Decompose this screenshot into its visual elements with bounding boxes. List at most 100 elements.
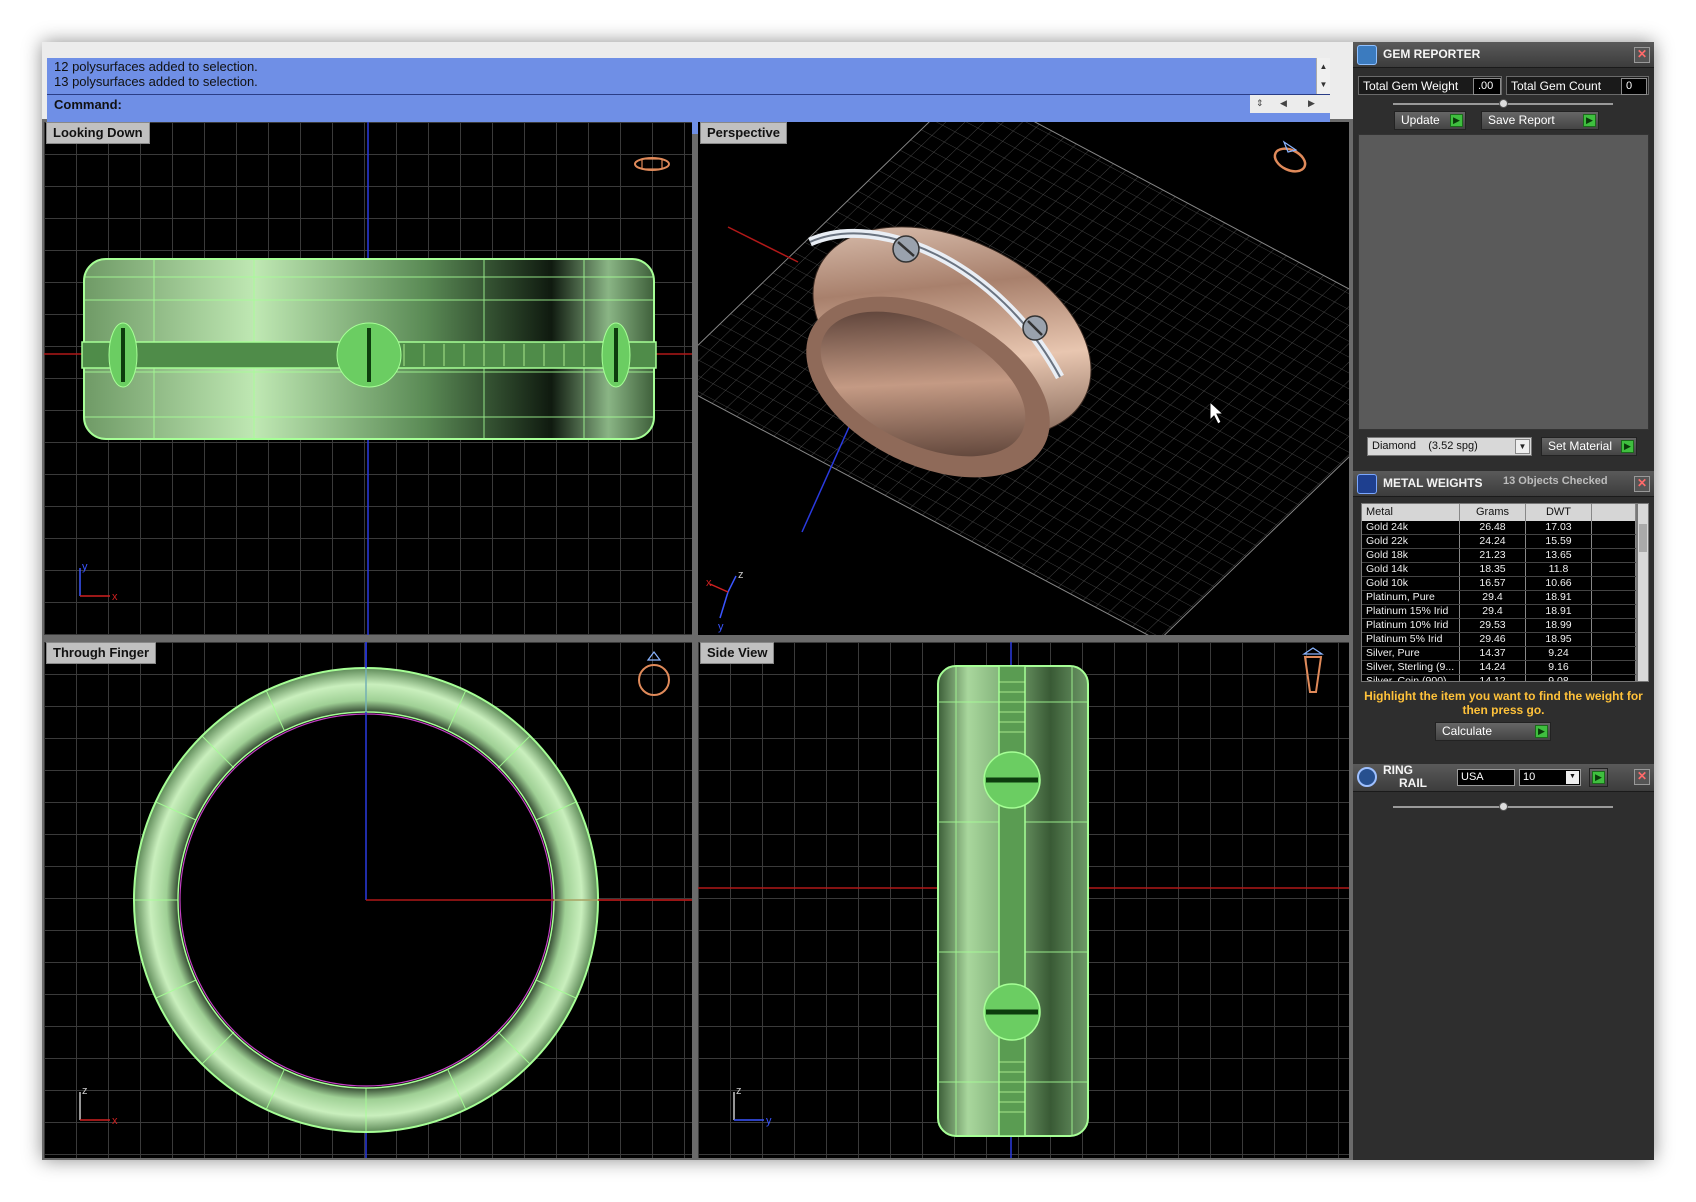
close-icon[interactable]: ✕ [1634,476,1650,492]
column-header-blank [1592,504,1636,521]
axis-z-label: z [736,1085,742,1097]
command-nav[interactable]: ⇕ ◀ ▶ [1250,95,1330,113]
cell-metal: Gold 18k [1362,549,1460,562]
close-icon[interactable]: ✕ [1634,769,1650,785]
table-body: Gold 24k 26.48 17.03 Gold 22k 24.24 15.59 Gold… [1362,521,1636,681]
cell-dwt: 18.91 [1526,591,1592,604]
app-window: 12 polysurfaces added to selection. 13 p… [42,42,1654,1160]
table-row[interactable]: Silver, Coin (900) 14.12 9.08 [1362,675,1636,681]
table-row[interactable]: Platinum 10% Irid 29.53 18.99 [1362,619,1636,633]
ring-size-value: 10 [1523,771,1536,783]
table-row[interactable]: Gold 22k 24.24 15.59 [1362,535,1636,549]
table-row[interactable]: Platinum, Pure 29.4 18.91 [1362,591,1636,605]
table-row[interactable]: Silver, Pure 14.37 9.24 [1362,647,1636,661]
viewport-looking-down[interactable]: Looking Down y x [44,122,692,635]
viewport-title[interactable]: Through Finger [46,642,157,664]
axis-indicator: y x [79,561,118,603]
cell-blank [1592,619,1636,632]
cell-metal: Silver, Sterling (9... [1362,661,1460,674]
history-scrollbar[interactable]: ▲ ▼ [1316,58,1330,94]
gem-slider[interactable] [1393,99,1613,108]
cell-blank [1592,577,1636,590]
top-view-scene: y x [44,122,692,635]
play-icon: ▶ [1535,725,1548,738]
update-button[interactable]: Update ▶ [1394,111,1466,130]
gem-material-select[interactable]: Diamond (3.52 spg) ▼ [1367,437,1532,456]
front-view-scene: z x [79,642,692,1158]
cell-blank [1592,521,1636,534]
table-row[interactable]: Platinum 15% Irid 29.4 18.91 [1362,605,1636,619]
cell-dwt: 17.03 [1526,521,1592,534]
column-header-grams[interactable]: Grams [1460,504,1526,521]
axis-x-label: x [112,591,118,603]
cell-blank [1592,591,1636,604]
slider-knob[interactable] [1499,99,1508,108]
metal-weights-title: METAL WEIGHTS [1383,476,1483,490]
axis-y-label: y [766,1115,772,1127]
cell-blank [1592,633,1636,646]
cell-dwt: 10.66 [1526,577,1592,590]
save-report-button[interactable]: Save Report ▶ [1481,111,1599,130]
scroll-thumb[interactable] [1639,524,1647,552]
viewport-title[interactable]: Side View [700,642,775,664]
axis-y-label: y [82,561,88,573]
table-row[interactable]: Gold 10k 16.57 10.66 [1362,577,1636,591]
cell-dwt: 9.24 [1526,647,1592,660]
viewport-side-view[interactable]: Side View z y [698,642,1349,1158]
viewport-through-finger[interactable]: Through Finger z x [44,642,692,1158]
cell-metal: Gold 14k [1362,563,1460,576]
chevron-down-icon[interactable]: ▼ [1566,771,1579,784]
metal-weights-hint: Highlight the item you want to find the … [1364,689,1643,717]
ring-rail-title-line1: RING [1383,763,1413,777]
table-row[interactable]: Gold 24k 26.48 17.03 [1362,521,1636,535]
cell-dwt: 15.59 [1526,535,1592,548]
metal-weights-header: METAL WEIGHTS 13 Objects Checked ✕ [1353,471,1654,497]
gem-report-area [1358,134,1649,430]
set-material-button[interactable]: Set Material ▶ [1541,437,1637,456]
slider-knob[interactable] [1499,802,1508,811]
ring-rail-go-button[interactable]: ▶ [1589,768,1608,787]
axis-z-label: z [738,569,744,581]
stepper-icon[interactable]: ⇕ [1256,98,1264,109]
table-row[interactable]: Silver, Sterling (9... 14.24 9.16 [1362,661,1636,675]
cell-grams: 26.48 [1460,521,1526,534]
ring-rail-slider[interactable] [1393,802,1613,811]
scroll-left-icon[interactable]: ◀ [1280,98,1287,109]
cell-dwt: 18.99 [1526,619,1592,632]
cell-grams: 14.24 [1460,661,1526,674]
cell-grams: 29.46 [1460,633,1526,646]
table-header: Metal Grams DWT [1362,504,1636,521]
close-icon[interactable]: ✕ [1634,47,1650,63]
cell-dwt: 18.91 [1526,605,1592,618]
calculate-button[interactable]: Calculate ▶ [1435,722,1551,741]
history-line: 13 polysurfaces added to selection. [54,74,258,89]
cell-dwt: 18.95 [1526,633,1592,646]
axis-indicator: z x [79,1085,118,1127]
cell-grams: 29.4 [1460,591,1526,604]
cell-metal: Gold 10k [1362,577,1460,590]
metal-weights-table[interactable]: Metal Grams DWT Gold 24k 26.48 17.03 Gold 2… [1361,503,1637,682]
cell-dwt: 9.08 [1526,675,1592,681]
command-line[interactable]: Command: ⇕ ◀ ▶ [47,94,1330,113]
ring-size-select[interactable]: 10 ▼ [1519,769,1581,786]
play-icon: ▶ [1592,771,1605,784]
cell-grams: 14.37 [1460,647,1526,660]
update-label: Update [1401,113,1440,127]
ring-size-country[interactable]: USA [1457,769,1515,786]
viewport-perspective[interactable]: Perspective z x y [698,122,1349,635]
viewport-title[interactable]: Perspective [700,122,787,144]
chevron-down-icon[interactable]: ▼ [1515,439,1530,454]
axis-indicator: z x y [706,569,744,633]
table-row[interactable]: Platinum 5% Irid 29.46 18.95 [1362,633,1636,647]
cell-metal: Gold 24k [1362,521,1460,534]
column-header-metal[interactable]: Metal [1362,504,1460,521]
cell-blank [1592,647,1636,660]
table-scrollbar[interactable] [1637,503,1649,682]
history-line: 12 polysurfaces added to selection. [54,59,258,74]
table-row[interactable]: Gold 14k 18.35 11.8 [1362,563,1636,577]
plugin-panel: GEM REPORTER ✕ Total Gem Weight .00 Tota… [1353,42,1654,1160]
viewport-title[interactable]: Looking Down [46,122,150,144]
column-header-dwt[interactable]: DWT [1526,504,1592,521]
table-row[interactable]: Gold 18k 21.23 13.65 [1362,549,1636,563]
scroll-right-icon[interactable]: ▶ [1308,98,1315,109]
